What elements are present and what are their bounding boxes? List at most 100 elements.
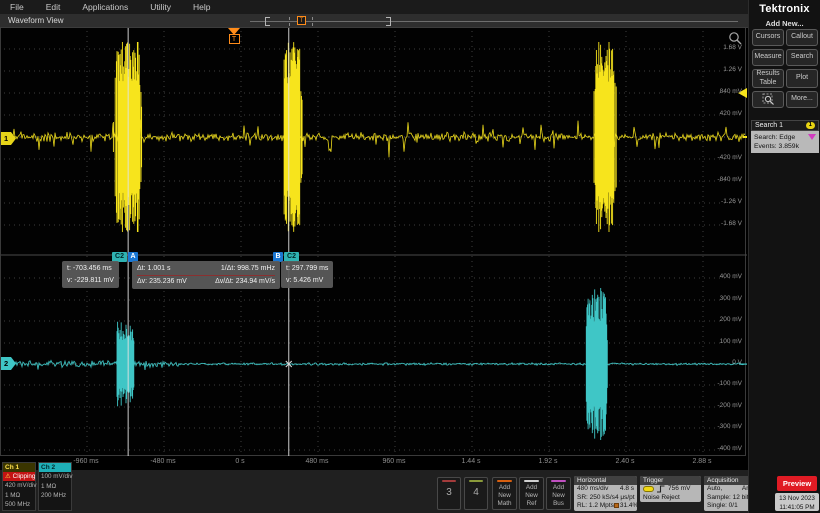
record-length: RL: 1.2 Mpts bbox=[577, 502, 614, 511]
axis-label: 840 mV bbox=[720, 89, 742, 96]
ch3-label: 3 bbox=[446, 487, 452, 498]
axis-label: 100 mV bbox=[720, 339, 742, 346]
axis-label: -400 mV bbox=[717, 446, 742, 453]
axis-label: -840 mV bbox=[717, 177, 742, 184]
time-per-point: 4 μs/pt bbox=[615, 494, 635, 503]
time-label: -960 ms bbox=[73, 458, 98, 465]
trigger-source-ch1-pill bbox=[643, 486, 654, 492]
ref-color-stripe bbox=[524, 480, 539, 482]
trigger-panel[interactable]: Trigger 756 mV Noise Reject bbox=[640, 476, 701, 502]
preview-button[interactable]: Preview bbox=[777, 476, 817, 491]
axis-label: -200 mV bbox=[717, 403, 742, 410]
cursor-delta-readout: Δt: 1.001 s 1/Δt: 998.75 mHz Δv: 235.236… bbox=[132, 261, 280, 289]
ch4-label: 4 bbox=[473, 487, 479, 498]
search-marker-triangle-icon bbox=[808, 134, 816, 140]
time-label: 2.40 s bbox=[615, 458, 634, 465]
ch2-impedance: 1 MΩ bbox=[39, 482, 71, 492]
axis-label: -1.26 V bbox=[721, 199, 742, 206]
axis-label: 420 mV bbox=[720, 111, 742, 118]
waveform-plot-area[interactable]: T 1 2 C2 A B C2 t: -703.456 ms v: -229.8… bbox=[0, 28, 746, 456]
math-color-stripe bbox=[497, 480, 512, 482]
menu-applications[interactable]: Applications bbox=[82, 2, 128, 12]
callout-button[interactable]: Callout bbox=[786, 29, 818, 46]
axis-label: -420 mV bbox=[717, 155, 742, 162]
add-new-ref-button[interactable]: Add New Ref bbox=[519, 477, 544, 510]
menu-file[interactable]: File bbox=[10, 2, 24, 12]
trigger-level: 756 mV bbox=[668, 485, 690, 494]
trigger-position-marker[interactable]: T bbox=[227, 28, 241, 44]
axis-label: -300 mV bbox=[717, 424, 742, 431]
overview-trigger-icon[interactable]: T bbox=[297, 16, 306, 25]
add-new-math-button[interactable]: Add New Math bbox=[492, 477, 517, 510]
overview-marker-b bbox=[312, 17, 313, 26]
inv-delta-t: 1/Δt: 998.75 mHz bbox=[221, 263, 275, 275]
ch1-clipping-warning: ⚠ Clipping bbox=[3, 472, 35, 481]
axis-label: 200 mV bbox=[720, 317, 742, 324]
ch3-color-stripe bbox=[442, 480, 456, 482]
cursor-b-volt: v: 5.426 mV bbox=[286, 275, 328, 287]
measure-button[interactable]: Measure bbox=[752, 49, 784, 66]
cursor-a-readout: t: -703.456 ms v: -229.811 mV bbox=[62, 261, 119, 288]
horizontal-panel[interactable]: Horizontal 480 ms/div4.8 s SR: 250 kS/s4… bbox=[574, 476, 637, 511]
trigger-title: Trigger bbox=[640, 476, 701, 485]
plot-button[interactable]: Plot bbox=[786, 69, 818, 88]
time-label: -480 ms bbox=[150, 458, 175, 465]
search1-panel[interactable]: Search 1 1 Search: Edge Events: 3.859k bbox=[751, 120, 819, 153]
bus-color-stripe bbox=[551, 480, 566, 482]
trigger-t-label: T bbox=[229, 34, 240, 44]
ch2-badge-title: Ch 2 bbox=[39, 463, 71, 472]
ch2-scale: 100 mV/div bbox=[39, 472, 71, 482]
add-math-label: Add New Math bbox=[498, 484, 512, 507]
time-label: 0 s bbox=[235, 458, 244, 465]
cursor-b-time: t: 297.799 ms bbox=[286, 263, 328, 275]
datetime-display: 13 Nov 2023 11:41:05 PM bbox=[775, 493, 819, 511]
menu-bar: File Edit Applications Utility Help bbox=[0, 0, 748, 14]
ch1-scale: 420 mV/div bbox=[3, 481, 35, 491]
overview-right-bracket[interactable] bbox=[386, 17, 391, 26]
time-label: 1.92 s bbox=[538, 458, 557, 465]
acq-mode: Auto, bbox=[707, 485, 722, 494]
axis-label: -1.68 V bbox=[721, 221, 742, 228]
overview-left-bracket[interactable] bbox=[265, 17, 270, 26]
cursors-button[interactable]: Cursors bbox=[752, 29, 784, 46]
tab-waveform-view[interactable]: Waveform View bbox=[8, 16, 64, 25]
ch1-badge[interactable]: Ch 1 ⚠ Clipping 420 mV/div 1 MΩ 500 MHz bbox=[2, 462, 36, 511]
tektronix-logo: Tektronix bbox=[749, 3, 820, 15]
axis-label: 1.26 V bbox=[723, 67, 742, 74]
time-label: 2.88 s bbox=[692, 458, 711, 465]
tab-bar: Waveform View T bbox=[0, 14, 748, 28]
compression-icon bbox=[614, 503, 619, 508]
overview-timeline bbox=[250, 21, 738, 22]
menu-utility[interactable]: Utility bbox=[150, 2, 171, 12]
results-table-button[interactable]: Results Table bbox=[752, 69, 784, 88]
time-label: 960 ms bbox=[383, 458, 406, 465]
delta-t: Δt: 1.001 s bbox=[137, 263, 170, 275]
menu-edit[interactable]: Edit bbox=[46, 2, 61, 12]
more-button[interactable]: More... bbox=[786, 91, 818, 108]
menu-help[interactable]: Help bbox=[193, 2, 210, 12]
overview-marker-a bbox=[289, 17, 290, 26]
ch3-button[interactable]: 3 bbox=[437, 477, 461, 510]
axis-label: 1.68 V bbox=[723, 45, 742, 52]
sample-rate: SR: 250 kS/s bbox=[577, 494, 615, 503]
search1-count-badge: 1 bbox=[806, 122, 815, 129]
right-sidebar: Tektronix Add New... Cursors Callout Mea… bbox=[748, 0, 820, 513]
rising-edge-icon bbox=[657, 485, 665, 493]
waveform-svg bbox=[1, 28, 747, 456]
ch4-button[interactable]: 4 bbox=[464, 477, 488, 510]
zoom-mode-button[interactable] bbox=[752, 91, 784, 108]
time-label: 1.44 s bbox=[461, 458, 480, 465]
ch2-bandwidth: 200 MHz bbox=[39, 491, 71, 501]
ch1-clipping-label: Clipping bbox=[13, 472, 36, 481]
date-text: 13 Nov 2023 bbox=[775, 494, 819, 503]
warning-icon: ⚠ bbox=[5, 472, 11, 481]
add-new-header: Add New... bbox=[749, 19, 820, 28]
oscilloscope-screen: File Edit Applications Utility Help Wave… bbox=[0, 0, 820, 513]
search-button[interactable]: Search bbox=[786, 49, 818, 66]
add-new-bus-button[interactable]: Add New Bus bbox=[546, 477, 571, 510]
time-axis: -960 ms -480 ms 0 s 480 ms 960 ms 1.44 s… bbox=[0, 456, 746, 470]
ch1-badge-title: Ch 1 bbox=[3, 463, 35, 472]
search1-title: Search 1 bbox=[755, 122, 783, 129]
ch2-badge[interactable]: Ch 2 100 mV/div 1 MΩ 200 MHz bbox=[38, 462, 72, 511]
ch1-impedance: 1 MΩ bbox=[3, 491, 35, 501]
